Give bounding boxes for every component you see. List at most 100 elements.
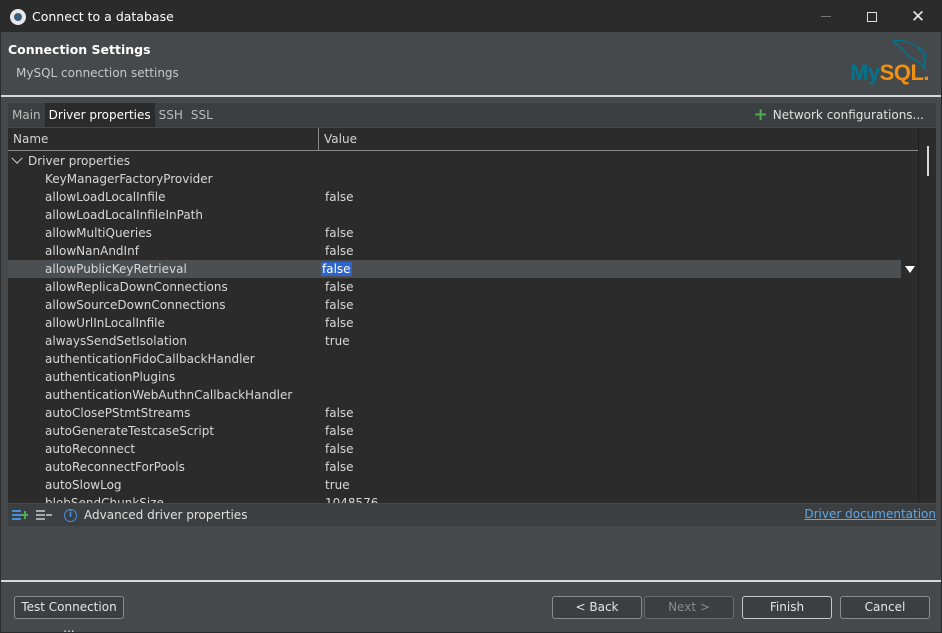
- property-name: allowPublicKeyRetrieval: [45, 262, 187, 276]
- window-controls: ✕: [803, 1, 941, 32]
- property-value[interactable]: false: [320, 296, 918, 314]
- table-body: Driver properties KeyManagerFactoryProvi…: [8, 152, 918, 503]
- property-value[interactable]: [320, 206, 918, 224]
- header-title: Connection Settings: [8, 42, 151, 57]
- property-name: KeyManagerFactoryProvider: [45, 172, 213, 186]
- column-header-name[interactable]: Name: [8, 128, 319, 150]
- table-row[interactable]: allowMultiQueries false: [8, 224, 918, 242]
- table-row[interactable]: allowLoadLocalInfileInPath: [8, 206, 918, 224]
- maximize-button[interactable]: [849, 1, 895, 32]
- vertical-scrollbar[interactable]: [918, 128, 936, 503]
- tab-ssl[interactable]: SSL: [187, 103, 217, 127]
- value-dropdown-button[interactable]: [901, 260, 918, 278]
- close-button[interactable]: ✕: [895, 1, 941, 32]
- property-value[interactable]: false: [320, 260, 918, 278]
- table-row[interactable]: allowLoadLocalInfile false: [8, 188, 918, 206]
- test-connection-button[interactable]: Test Connection ...: [14, 596, 124, 633]
- property-value[interactable]: false: [320, 458, 918, 476]
- group-row-driver-properties[interactable]: Driver properties: [8, 152, 918, 170]
- property-value[interactable]: false: [320, 188, 918, 206]
- property-value[interactable]: [320, 350, 918, 368]
- property-value[interactable]: false: [320, 278, 918, 296]
- app-icon: [10, 8, 26, 25]
- next-button[interactable]: Next >: [644, 596, 734, 619]
- header-subtitle: MySQL connection settings: [16, 66, 179, 80]
- table-row[interactable]: allowReplicaDownConnections false: [8, 278, 918, 296]
- property-name: authenticationWebAuthnCallbackHandler: [45, 388, 293, 402]
- minimize-button[interactable]: [803, 1, 849, 32]
- logo-sql: SQL.: [879, 60, 930, 85]
- property-value[interactable]: false: [320, 224, 918, 242]
- tab-driver-properties[interactable]: Driver properties: [44, 103, 155, 127]
- property-name: allowReplicaDownConnections: [45, 280, 228, 294]
- property-value-editor[interactable]: false: [321, 262, 352, 276]
- minimize-icon: [821, 16, 831, 17]
- table-row[interactable]: autoReconnect false: [8, 440, 918, 458]
- mysql-logo: MySQL.: [850, 60, 929, 86]
- logo-my: My: [850, 60, 880, 85]
- table-row[interactable]: authenticationFidoCallbackHandler: [8, 350, 918, 368]
- dialog-header: Connection Settings MySQL connection set…: [1, 32, 941, 95]
- table-row[interactable]: allowNanAndInf false: [8, 242, 918, 260]
- table-row[interactable]: autoSlowLog true: [8, 476, 918, 494]
- table-row[interactable]: authenticationWebAuthnCallbackHandler: [8, 386, 918, 404]
- property-value[interactable]: false: [320, 314, 918, 332]
- column-header-value[interactable]: Value: [319, 128, 918, 150]
- finish-button[interactable]: Finish: [742, 596, 832, 619]
- property-name: autoClosePStmtStreams: [45, 406, 191, 420]
- chevron-down-icon[interactable]: [11, 152, 23, 164]
- header-separator: [1, 95, 941, 97]
- table-row[interactable]: allowPublicKeyRetrieval false: [8, 260, 918, 278]
- group-label: Driver properties: [28, 154, 130, 168]
- property-value[interactable]: 1048576: [320, 494, 918, 503]
- property-value[interactable]: false: [320, 242, 918, 260]
- table-row[interactable]: allowUrlInLocalInfile false: [8, 314, 918, 332]
- table-row[interactable]: allowSourceDownConnections false: [8, 296, 918, 314]
- property-name: allowMultiQueries: [45, 226, 152, 240]
- back-button[interactable]: < Back: [552, 596, 642, 619]
- property-name: allowSourceDownConnections: [45, 298, 226, 312]
- add-property-icon[interactable]: [12, 508, 28, 522]
- tab-bar: Main Driver properties SSH SSL + Network…: [8, 103, 936, 127]
- properties-table: Name Value Driver properties KeyManagerF…: [8, 128, 936, 503]
- table-row[interactable]: blobSendChunkSize 1048576: [8, 494, 918, 503]
- property-value[interactable]: false: [320, 440, 918, 458]
- table-row[interactable]: autoReconnectForPools false: [8, 458, 918, 476]
- plus-icon: +: [753, 104, 768, 125]
- table-row[interactable]: autoGenerateTestcaseScript false: [8, 422, 918, 440]
- triangle-down-icon: [904, 265, 915, 273]
- table-row[interactable]: KeyManagerFactoryProvider: [8, 170, 918, 188]
- property-name: allowUrlInLocalInfile: [45, 316, 165, 330]
- scrollbar-thumb[interactable]: [927, 146, 929, 176]
- tab-ssh[interactable]: SSH: [155, 103, 187, 127]
- property-name: authenticationPlugins: [45, 370, 176, 384]
- property-name: autoGenerateTestcaseScript: [45, 424, 215, 438]
- property-name: allowLoadLocalInfile: [45, 190, 166, 204]
- property-value[interactable]: [320, 170, 918, 188]
- property-name: autoReconnectForPools: [45, 460, 185, 474]
- table-row[interactable]: authenticationPlugins: [8, 368, 918, 386]
- title-bar: Connect to a database ✕: [1, 1, 941, 32]
- property-value[interactable]: [320, 368, 918, 386]
- property-value[interactable]: false: [320, 404, 918, 422]
- footer-separator: [1, 580, 941, 582]
- property-value[interactable]: true: [320, 476, 918, 494]
- property-name: autoReconnect: [45, 442, 136, 456]
- property-name: alwaysSendSetIsolation: [45, 334, 187, 348]
- remove-property-icon[interactable]: [36, 508, 52, 522]
- table-header: Name Value: [8, 128, 918, 151]
- table-row[interactable]: alwaysSendSetIsolation true: [8, 332, 918, 350]
- property-name: allowLoadLocalInfileInPath: [45, 208, 203, 222]
- network-configurations-button[interactable]: + Network configurations...: [754, 103, 924, 127]
- cancel-button[interactable]: Cancel: [840, 596, 930, 619]
- property-name: allowNanAndInf: [45, 244, 139, 258]
- property-value[interactable]: false: [320, 422, 918, 440]
- tab-main[interactable]: Main: [8, 103, 45, 127]
- property-value[interactable]: [320, 386, 918, 404]
- advanced-driver-properties-label: Advanced driver properties: [84, 508, 248, 522]
- driver-documentation-link[interactable]: Driver documentation: [804, 507, 936, 521]
- table-row[interactable]: autoClosePStmtStreams false: [8, 404, 918, 422]
- property-name: autoSlowLog: [45, 478, 122, 492]
- close-icon: ✕: [910, 6, 926, 27]
- property-value[interactable]: true: [320, 332, 918, 350]
